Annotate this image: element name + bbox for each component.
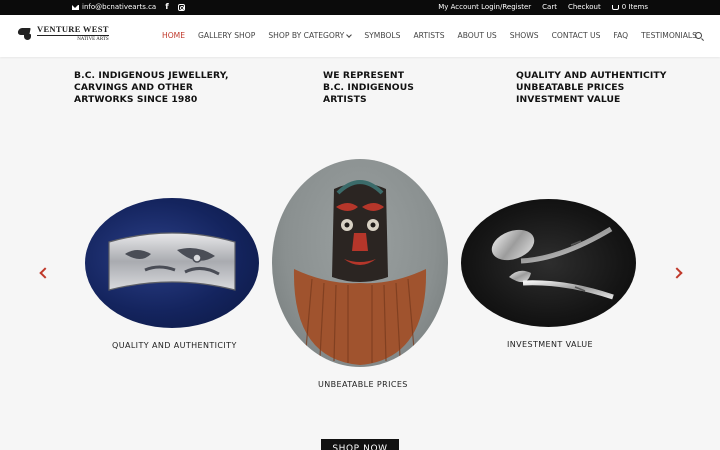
slide-image-bracelet[interactable] xyxy=(85,198,259,328)
mail-icon xyxy=(72,4,79,10)
slide-caption: QUALITY AND AUTHENTICITY xyxy=(112,341,237,350)
site-logo[interactable]: VENTURE WEST NATIVE ARTS xyxy=(17,24,109,42)
chevron-down-icon xyxy=(346,31,353,38)
nav-home[interactable]: HOME xyxy=(162,31,185,40)
tagline-line: B.C. INDIGENOUS JEWELLERY, xyxy=(74,70,229,81)
nav-shop-by-category-label: SHOP BY CATEGORY xyxy=(268,31,345,40)
tagline-line: UNBEATABLE PRICES xyxy=(516,82,625,93)
email-text[interactable]: info@bcnativearts.ca xyxy=(82,3,156,11)
nav-artists[interactable]: ARTISTS xyxy=(413,31,444,40)
tagline-values: QUALITY AND AUTHENTICITY UNBEATABLE PRIC… xyxy=(516,70,667,106)
tagline-line: B.C. INDIGENOUS xyxy=(323,82,414,93)
cart-link[interactable]: Cart xyxy=(542,3,557,11)
slide-caption: UNBEATABLE PRICES xyxy=(318,380,408,389)
tagline-line: WE REPRESENT xyxy=(323,70,405,81)
slide-image-servers[interactable] xyxy=(461,199,636,327)
slide-image-mask[interactable] xyxy=(272,159,448,367)
facebook-icon[interactable]: f xyxy=(165,3,168,11)
nav-symbols[interactable]: SYMBOLS xyxy=(364,31,400,40)
instagram-icon[interactable] xyxy=(177,3,185,11)
nav-about-us[interactable]: ABOUT US xyxy=(458,31,497,40)
nav-contact-us[interactable]: CONTACT US xyxy=(552,31,601,40)
tagline-line: CARVINGS AND OTHER xyxy=(74,82,194,93)
search-icon[interactable] xyxy=(695,32,702,39)
cart-items-count: 0 Items xyxy=(621,3,648,11)
logo-name: VENTURE WEST xyxy=(37,24,109,34)
cart-icon xyxy=(611,4,619,10)
cart-items-link[interactable]: 0 Items xyxy=(611,3,648,11)
nav-gallery-shop[interactable]: GALLERY SHOP xyxy=(198,31,255,40)
account-link[interactable]: My Account Login/Register xyxy=(438,3,531,11)
tagline-line: ARTISTS xyxy=(323,94,367,105)
site-header: VENTURE WEST NATIVE ARTS HOME GALLERY SH… xyxy=(0,15,720,57)
checkout-link[interactable]: Checkout xyxy=(568,3,601,11)
tagline-line: ARTWORKS SINCE 1980 xyxy=(74,94,198,105)
tagline-history: B.C. INDIGENOUS JEWELLERY, CARVINGS AND … xyxy=(74,70,229,106)
tagline-artists: WE REPRESENT B.C. INDIGENOUS ARTISTS xyxy=(323,70,414,106)
main-nav: HOME GALLERY SHOP SHOP BY CATEGORY SYMBO… xyxy=(162,31,697,40)
carousel-next-arrow-icon[interactable] xyxy=(671,267,683,279)
slide-caption: INVESTMENT VALUE xyxy=(507,340,594,349)
logo-subtitle: NATIVE ARTS xyxy=(77,36,109,42)
tagline-line: QUALITY AND AUTHENTICITY xyxy=(516,70,667,81)
nav-shows[interactable]: SHOWS xyxy=(510,31,539,40)
tagline-line: INVESTMENT VALUE xyxy=(516,94,621,105)
nav-shop-by-category[interactable]: SHOP BY CATEGORY xyxy=(268,31,353,40)
eagle-logo-icon xyxy=(17,25,34,41)
nav-faq[interactable]: FAQ xyxy=(613,31,628,40)
carousel-prev-arrow-icon[interactable] xyxy=(39,267,51,279)
top-bar: info@bcnativearts.ca f My Account Login/… xyxy=(0,0,720,15)
shop-now-button[interactable]: SHOP NOW xyxy=(321,439,399,450)
email-link[interactable]: info@bcnativearts.ca xyxy=(72,3,156,11)
nav-testimonials[interactable]: TESTIMONIALS xyxy=(641,31,697,40)
